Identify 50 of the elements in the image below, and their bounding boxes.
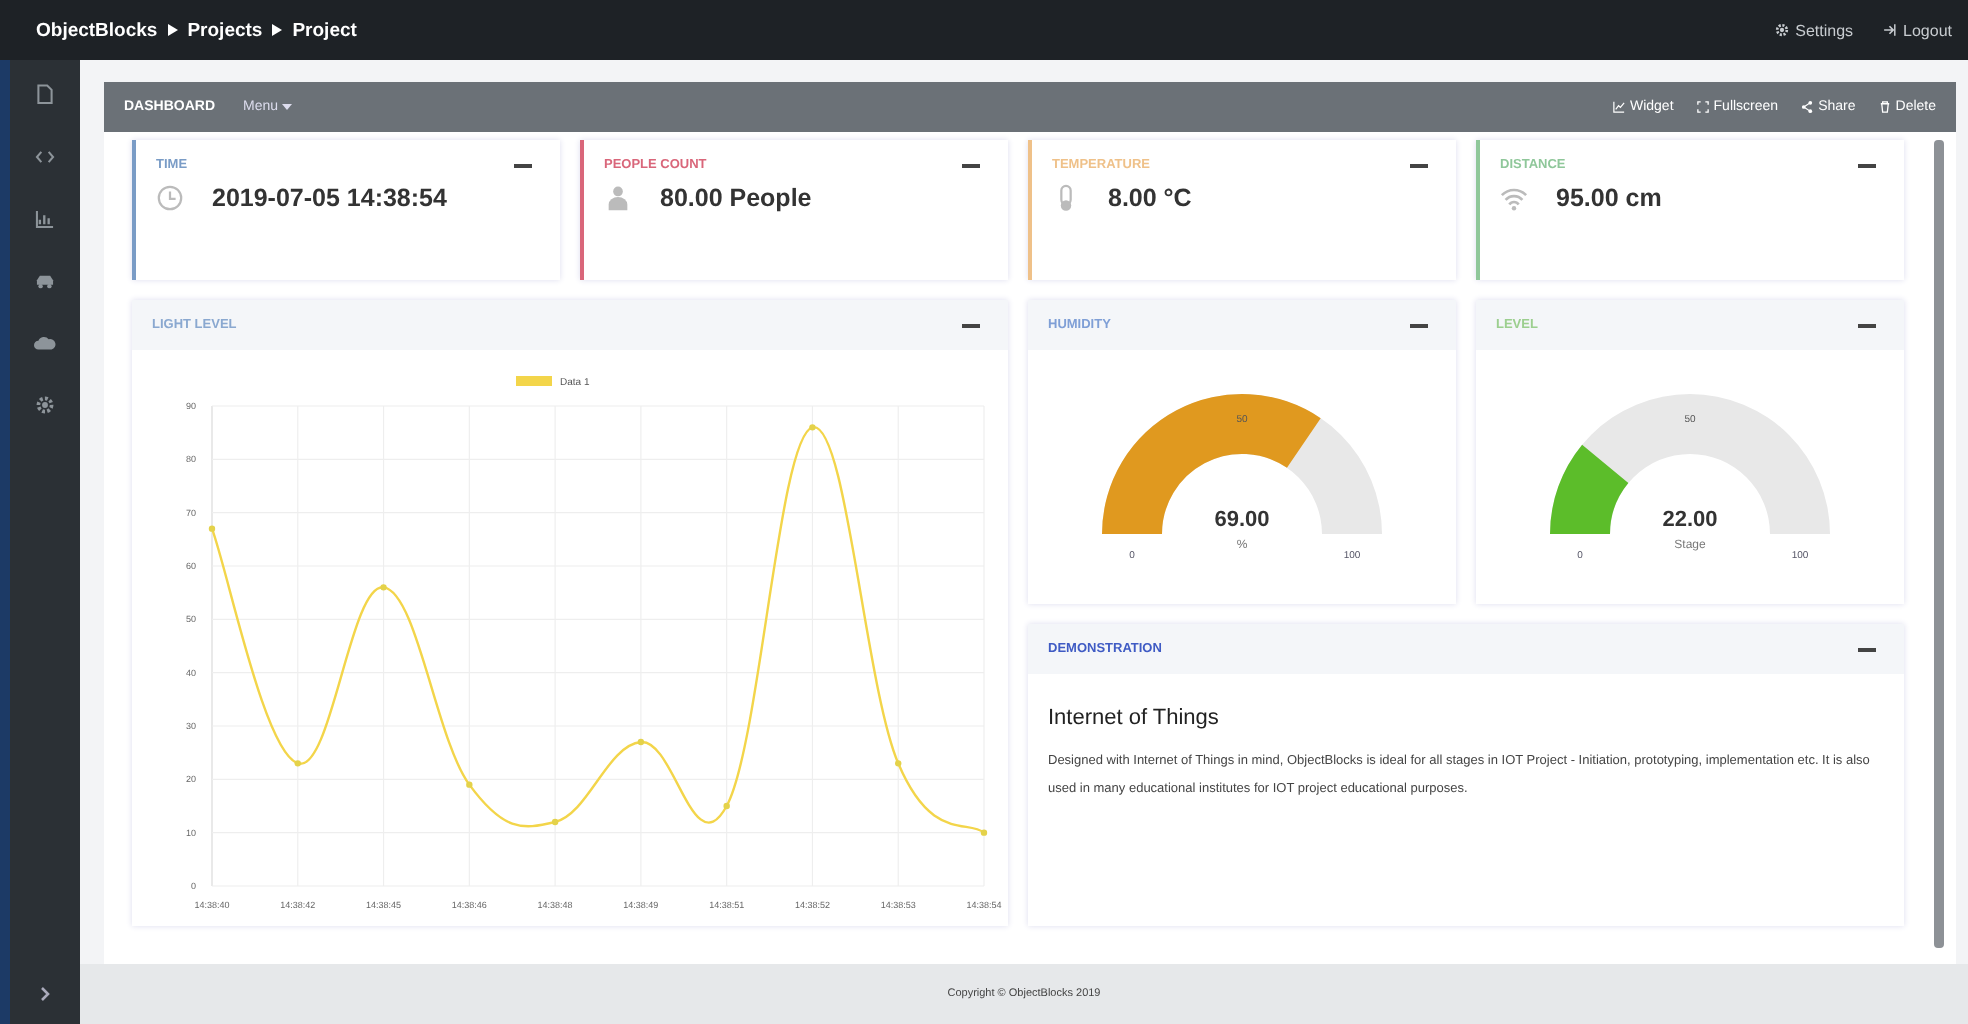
data-point <box>980 829 988 836</box>
minus-icon <box>962 323 980 327</box>
chevron-icon[interactable] <box>39 986 51 1002</box>
settings-icon <box>1773 22 1790 38</box>
share-icon <box>1800 100 1815 114</box>
caret-icon <box>272 24 283 36</box>
data-point <box>466 781 473 788</box>
gauge-value: 69.00 <box>1214 508 1270 532</box>
caret-icon <box>282 104 293 110</box>
minus-icon <box>1858 323 1876 327</box>
scrollbar[interactable] <box>1934 140 1944 948</box>
minus-icon <box>514 163 532 167</box>
breadcrumb-link[interactable]: Projects <box>187 19 263 41</box>
caret-icon <box>167 24 178 36</box>
data-point <box>809 424 816 431</box>
minus-icon <box>1410 323 1428 327</box>
cloud-icon[interactable] <box>34 331 56 353</box>
chart-icon[interactable] <box>34 207 56 229</box>
breadcrumb-link[interactable]: Project <box>292 19 357 41</box>
demo-heading: Internet of Things <box>1048 706 1221 730</box>
data-point <box>723 802 730 810</box>
clock-icon <box>156 184 184 212</box>
minus-icon <box>962 163 980 167</box>
data-point <box>895 760 902 767</box>
data-point <box>380 584 387 591</box>
stat-value: 80.00 People <box>660 184 812 212</box>
trash-icon <box>1877 100 1892 114</box>
code-icon[interactable] <box>34 145 56 167</box>
data-point <box>551 818 559 826</box>
file-icon[interactable] <box>34 83 56 105</box>
minus-icon <box>1858 163 1876 167</box>
person-icon <box>604 184 632 212</box>
minus-icon <box>1858 647 1876 651</box>
fullscreen-icon <box>1695 100 1710 114</box>
legend-swatch <box>516 376 552 386</box>
data-point <box>637 738 645 746</box>
settings-link[interactable]: Settings <box>1773 21 1854 39</box>
stat-value: 8.00 °C <box>1108 184 1192 212</box>
gauge-value: 22.00 <box>1662 508 1718 532</box>
data-point <box>294 760 301 767</box>
minus-icon <box>1410 163 1428 167</box>
line-chart-icon <box>1611 100 1626 114</box>
logout-icon <box>1881 22 1898 38</box>
wifi-icon <box>1500 184 1528 212</box>
breadcrumb-link[interactable]: ObjectBlocks <box>36 19 158 41</box>
stat-value: 2019-07-05 14:38:54 <box>212 184 447 212</box>
logout-link[interactable]: Logout <box>1881 21 1952 39</box>
gear-icon[interactable] <box>34 393 56 415</box>
data-point <box>208 525 216 532</box>
stat-value: 95.00 cm <box>1556 184 1662 212</box>
